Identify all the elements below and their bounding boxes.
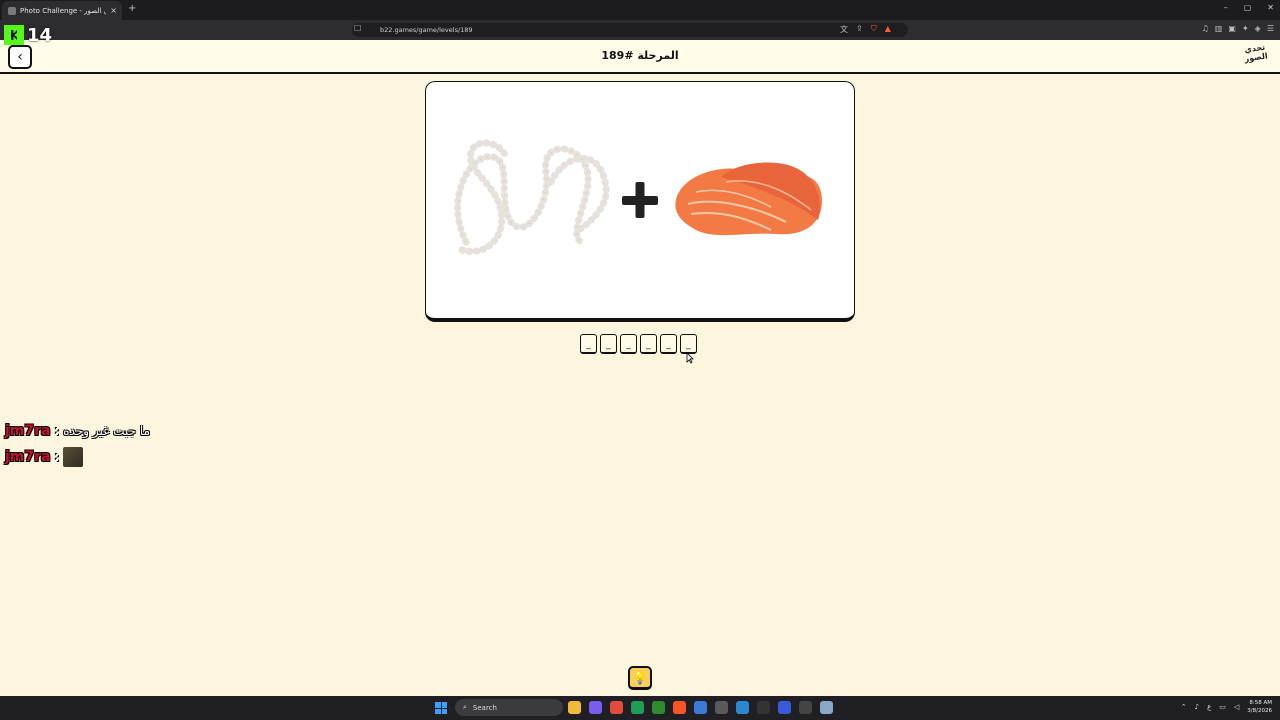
brave-rewards-icon[interactable]: ▲ [885,24,891,35]
edge-icon[interactable] [736,701,749,714]
app-icon[interactable] [631,701,644,714]
network-icon[interactable]: ▭ [1219,703,1226,711]
lightbulb-icon: 💡 [632,670,648,685]
answer-slot[interactable]: _ [620,334,637,354]
epic-games-icon[interactable] [757,701,770,714]
game-logo: تحدي الصور [1243,42,1269,64]
browser-toolbar-right: ♫ ▥ ▣ ✦ ◈ ☰ [1202,24,1274,33]
app-icon[interactable] [799,701,812,714]
answer-slot[interactable]: _ [660,334,677,354]
hint-button[interactable]: 💡 [628,666,652,690]
volume-icon[interactable]: ◁ [1234,703,1239,711]
chat-separator: : [54,424,60,438]
taskbar-search[interactable]: ⌕ Search [455,699,563,716]
app-icon[interactable] [715,701,728,714]
browser-tab[interactable]: Photo Challenge - لعبة تحدي الصور × [2,1,122,20]
minimize-button[interactable]: – [1224,3,1228,12]
clock-date: 3/8/2026 [1247,708,1272,714]
xbox-icon[interactable] [652,701,665,714]
app-icon[interactable] [610,701,623,714]
windows-taskbar: ⌕ Search ⌃ ♪ ع ▭ ◁ 8:58 AM 3/8/2026 [0,696,1280,720]
brave-shield-icon[interactable]: ⛉ [871,24,877,35]
new-tab-button[interactable]: + [128,3,136,14]
answer-slot[interactable]: _ [580,334,597,354]
chat-message: jm7ra : ما جبت غير وحده [5,421,150,441]
menu-icon[interactable]: ☰ [1267,24,1274,33]
kick-logo-icon [4,25,24,45]
chat-emote-image [63,447,84,467]
vpn-icon[interactable]: ◈ [1255,24,1261,33]
chat-message: jm7ra : [5,447,150,467]
file-explorer-icon[interactable] [568,701,581,714]
puzzle-illustration [454,139,822,255]
salmon-fillet-image [675,162,822,236]
close-window-button[interactable]: ✕ [1267,3,1274,12]
site-favicon-icon [8,6,16,15]
puzzle-image-card [425,81,855,322]
stream-chat-overlay: jm7ra : ما جبت غير وحده jm7ra : [5,421,150,473]
microphone-icon[interactable]: ♪ [1195,703,1199,711]
app-icon[interactable] [694,701,707,714]
search-icon: ⌕ [463,703,467,711]
taskbar-apps [568,701,833,714]
tab-title: Photo Challenge - لعبة تحدي الصور [20,6,107,15]
bookmark-icon[interactable]: ☐ [354,24,361,33]
taskbar-search-label: Search [472,703,497,712]
system-tray: ⌃ ♪ ع ▭ ◁ 8:58 AM 3/8/2026 [1181,699,1272,715]
address-bar-icons: 文 ⇪ ⛉ ▲ [840,24,891,35]
level-title: المرحلة #189 [601,49,679,62]
chat-separator: : [54,450,60,464]
answer-slots: _ _ _ _ _ _ [580,334,697,354]
address-toolbar: b22.games/game/levels/189 ☐ 文 ⇪ ⛉ ▲ ♫ ▥ … [0,20,1280,40]
answer-slot[interactable]: _ [640,334,657,354]
chat-text: ما جبت غير وحده [63,424,150,438]
clock-time: 8:58 AM [1249,700,1272,706]
brave-browser-icon[interactable] [673,701,686,714]
taskbar-clock[interactable]: 8:58 AM 3/8/2026 [1247,699,1272,715]
app-icon[interactable] [589,701,602,714]
tab-close-icon[interactable]: × [110,6,122,15]
plus-icon [622,182,658,218]
game-header: ‹ المرحلة #189 تحدي الصور [0,40,1280,74]
chevron-up-icon[interactable]: ⌃ [1181,703,1187,711]
url-bar[interactable]: b22.games/game/levels/189 [352,23,908,37]
extensions-icon[interactable]: ✦ [1242,24,1249,33]
settings-icon[interactable] [820,701,833,714]
sidebar-icon[interactable]: ▥ [1215,24,1223,33]
answer-slot[interactable]: _ [600,334,617,354]
window-controls: – ▢ ✕ [1224,3,1274,12]
chat-username: jm7ra [5,449,51,465]
chat-username: jm7ra [5,423,51,439]
pearl-necklace-image [454,139,610,255]
app-icon[interactable] [778,701,791,714]
translate-icon[interactable]: 文 [840,24,848,35]
browser-tabstrip: Photo Challenge - لعبة تحدي الصور × + – … [0,0,1280,20]
restore-button[interactable]: ▢ [1244,3,1252,12]
share-icon[interactable]: ⇪ [856,24,863,35]
windows-start-icon[interactable] [435,702,447,714]
media-icon[interactable]: ♫ [1202,24,1209,33]
url-text[interactable]: b22.games/game/levels/189 [380,26,473,34]
mouse-cursor-icon [686,352,694,364]
language-indicator[interactable]: ع [1207,703,1211,711]
viewer-count: 14 [27,24,53,46]
wallet-icon[interactable]: ▣ [1228,24,1236,33]
stream-viewer-overlay: 14 [4,24,52,46]
answer-slot[interactable]: _ [680,334,697,354]
